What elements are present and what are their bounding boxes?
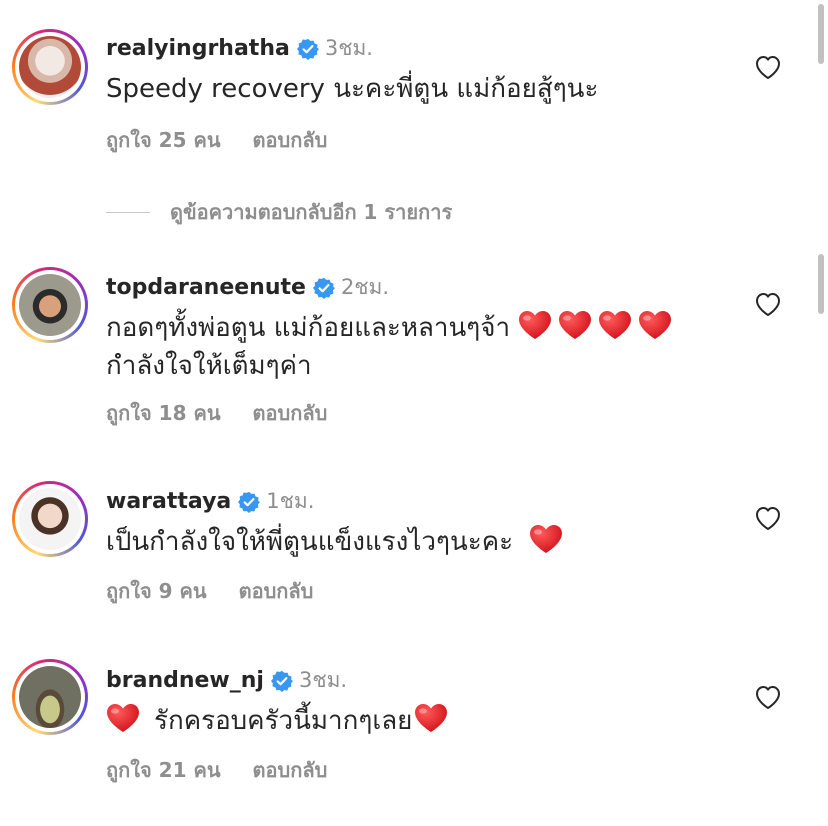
avatar	[19, 488, 81, 550]
red-heart-emoji	[414, 703, 448, 733]
timestamp: 3ชม.	[298, 668, 348, 692]
heart-outline-icon[interactable]	[754, 291, 782, 317]
like-count[interactable]: ถูกใจ 9 คน	[106, 575, 207, 607]
comment-text-line: Speedy recovery นะคะพี่ตูน แม่ก้อยสู้ๆนะ	[106, 74, 599, 104]
comment-item: realyingrhatha 3ชม. Speedy recovery นะคะ…	[0, 0, 828, 180]
verified-badge-icon	[271, 670, 293, 692]
view-replies-button[interactable]: ดูข้อความตอบกลับอีก 1 รายการ	[106, 196, 452, 228]
username[interactable]: realyingrhatha	[106, 36, 290, 61]
comment-text: เป็นกำลังใจให้พี่ตูนแข็งแรงไวๆนะคะ	[106, 523, 569, 561]
avatar-story-ring[interactable]	[12, 267, 88, 343]
scrollbar-thumb[interactable]	[818, 4, 824, 64]
heart-outline-icon[interactable]	[754, 684, 782, 710]
comment-text-line: เป็นกำลังใจให้พี่ตูนแข็งแรงไวๆนะคะ	[106, 527, 514, 557]
like-count[interactable]: ถูกใจ 18 คน	[106, 397, 221, 429]
timestamp: 2ชม.	[340, 275, 390, 299]
red-heart-emoji	[106, 703, 140, 733]
like-count[interactable]: ถูกใจ 25 คน	[106, 124, 221, 156]
verified-badge-icon	[238, 491, 260, 513]
red-heart-emoji	[558, 310, 592, 340]
avatar-story-ring[interactable]	[12, 659, 88, 735]
avatar-story-ring[interactable]	[12, 29, 88, 105]
red-heart-emoji	[598, 310, 632, 340]
comment-text: กอดๆทั้งพ่อตูน แม่ก้อยและหลานๆจ้า กำลังใ…	[106, 309, 678, 385]
reply-button[interactable]: ตอบกลับ	[253, 754, 328, 786]
like-count[interactable]: ถูกใจ 21 คน	[106, 754, 221, 786]
red-heart-emoji	[638, 310, 672, 340]
comment-text: รักครอบครัวนี้มากๆเลย	[106, 702, 454, 740]
avatar	[19, 274, 81, 336]
comment-text-line: กำลังใจให้เต็มๆค่า	[106, 351, 312, 381]
comment-text: Speedy recovery นะคะพี่ตูน แม่ก้อยสู้ๆนะ	[106, 70, 598, 108]
verified-badge-icon	[313, 277, 335, 299]
comment-item: brandnew_nj 3ชม. รักครอบครัวนี้มากๆเลย ถ…	[0, 630, 828, 826]
avatar	[19, 666, 81, 728]
verified-badge-icon	[297, 38, 319, 60]
red-heart-emoji	[518, 310, 552, 340]
avatar-story-ring[interactable]	[12, 481, 88, 557]
timestamp: 3ชม.	[324, 36, 373, 60]
comment-text-line: รักครอบครัวนี้มากๆเลย	[154, 706, 413, 736]
heart-outline-icon[interactable]	[754, 505, 782, 531]
comment-item: topdaraneenute 2ชม. กอดๆทั้งพ่อตูน แม่ก้…	[0, 235, 828, 435]
scrollbar-thumb[interactable]	[818, 254, 824, 314]
reply-button[interactable]: ตอบกลับ	[253, 124, 328, 156]
red-heart-emoji	[529, 524, 563, 554]
timestamp: 1ชม.	[266, 489, 315, 513]
username[interactable]: warattaya	[106, 489, 231, 514]
scrollbar[interactable]	[814, 0, 828, 826]
reply-button[interactable]: ตอบกลับ	[253, 397, 328, 429]
username[interactable]: brandnew_nj	[106, 668, 264, 693]
view-replies-label: ดูข้อความตอบกลับอีก 1 รายการ	[170, 200, 453, 224]
comment-text-line: กอดๆทั้งพ่อตูน แม่ก้อยและหลานๆจ้า	[106, 313, 511, 343]
avatar	[19, 36, 81, 98]
reply-button[interactable]: ตอบกลับ	[239, 575, 314, 607]
comment-item: warattaya 1ชม. เป็นกำลังใจให้พี่ตูนแข็งแ…	[0, 455, 828, 625]
divider	[106, 211, 150, 213]
username[interactable]: topdaraneenute	[106, 275, 306, 300]
heart-outline-icon[interactable]	[754, 54, 782, 80]
